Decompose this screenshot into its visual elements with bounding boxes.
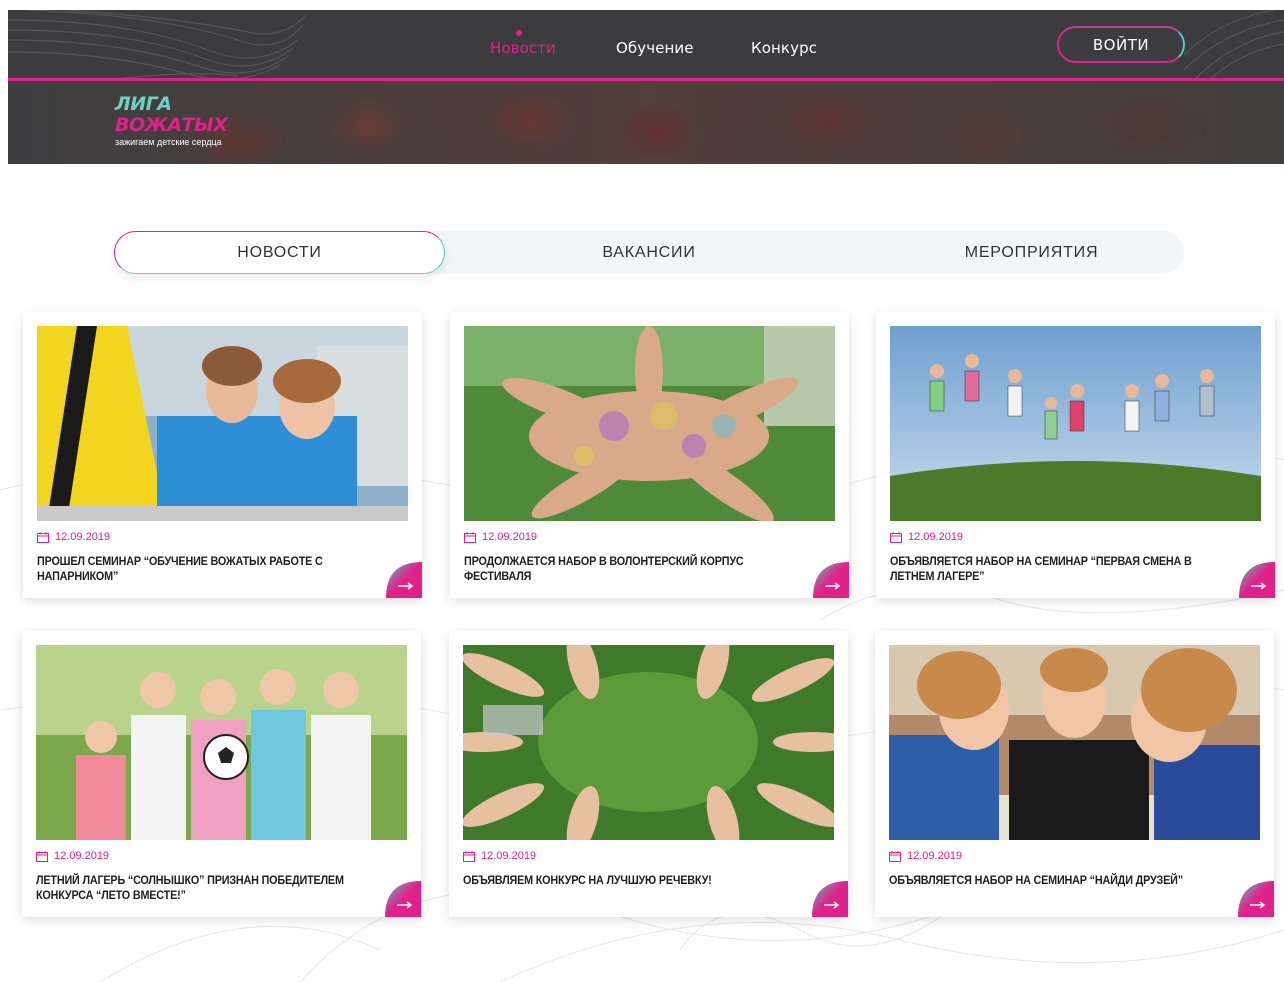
news-image-kids-with-ball xyxy=(36,645,407,840)
news-card[interactable]: 12.09.2019 ОБЪЯВЛЯЕМ КОНКУРС НА ЛУЧШУЮ Р… xyxy=(449,631,848,917)
nav-news[interactable]: Новости xyxy=(490,39,556,57)
news-card[interactable]: 12.09.2019 ПРОДОЛЖАЕТСЯ НАБОР В ВОЛОНТЕР… xyxy=(450,312,849,598)
read-more-arrow-icon[interactable] xyxy=(813,562,849,598)
news-card[interactable]: 12.09.2019 ЛЕТНИЙ ЛАГЕРЬ “СОЛНЫШКО” ПРИЗ… xyxy=(22,631,421,917)
read-more-arrow-icon[interactable] xyxy=(386,562,422,598)
read-more-arrow-icon[interactable] xyxy=(812,881,848,917)
calendar-icon xyxy=(464,531,476,543)
news-image-counselors xyxy=(37,326,408,521)
content-tabs: НОВОСТИ ВАКАНСИИ МЕРОПРИЯТИЯ xyxy=(114,231,1184,274)
news-image-feet-circle xyxy=(463,645,834,840)
news-title[interactable]: ОБЪЯВЛЯЕТСЯ НАБОР НА СЕМИНАР “НАЙДИ ДРУЗ… xyxy=(889,873,1229,888)
logo-tagline: зажигаем детские сердца xyxy=(115,137,222,147)
calendar-icon xyxy=(36,850,48,862)
read-more-arrow-icon[interactable] xyxy=(385,881,421,917)
news-image-teens-map xyxy=(889,645,1260,840)
news-date: 12.09.2019 xyxy=(463,850,536,862)
site-logo[interactable]: ЛИГА ВОЖАТЫХ зажигаем детские сердца xyxy=(115,93,228,148)
read-more-arrow-icon[interactable] xyxy=(1238,881,1274,917)
nav-training[interactable]: Обучение xyxy=(616,39,694,57)
news-date: 12.09.2019 xyxy=(37,531,110,543)
calendar-icon xyxy=(890,531,902,543)
news-date: 12.09.2019 xyxy=(464,531,537,543)
news-title[interactable]: ЛЕТНИЙ ЛАГЕРЬ “СОЛНЫШКО” ПРИЗНАН ПОБЕДИТ… xyxy=(36,873,376,903)
top-navbar: Новости Обучение Конкурс ВОЙТИ xyxy=(8,10,1284,80)
tab-vacancies[interactable]: ВАКАНСИИ xyxy=(524,231,774,274)
nav-divider xyxy=(8,78,1284,81)
news-date: 12.09.2019 xyxy=(889,850,962,862)
calendar-icon xyxy=(889,850,901,862)
logo-line-2: ВОЖАТЫХ xyxy=(115,114,228,136)
news-card[interactable]: 12.09.2019 ОБЪЯВЛЯЕТСЯ НАБОР НА СЕМИНАР … xyxy=(876,312,1275,598)
decorative-lines-right xyxy=(1184,10,1284,80)
site-header: Новости Обучение Конкурс ВОЙТИ ЛИГА ВОЖА… xyxy=(8,10,1284,164)
calendar-icon xyxy=(37,531,49,543)
news-card[interactable]: 12.09.2019 ОБЪЯВЛЯЕТСЯ НАБОР НА СЕМИНАР … xyxy=(875,631,1274,917)
calendar-icon xyxy=(463,850,475,862)
news-title[interactable]: ОБЪЯВЛЯЕТСЯ НАБОР НА СЕМИНАР “ПЕРВАЯ СМЕ… xyxy=(890,554,1230,584)
tab-events[interactable]: МЕРОПРИЯТИЯ xyxy=(914,231,1149,274)
nav-contest[interactable]: Конкурс xyxy=(751,39,817,57)
news-date: 12.09.2019 xyxy=(890,531,963,543)
active-nav-dot xyxy=(516,30,522,36)
news-card[interactable]: 12.09.2019 ПРОШЕЛ СЕМИНАР “ОБУЧЕНИЕ ВОЖА… xyxy=(23,312,422,598)
news-title[interactable]: ПРОШЕЛ СЕМИНАР “ОБУЧЕНИЕ ВОЖАТЫХ РАБОТЕ … xyxy=(37,554,377,584)
read-more-arrow-icon[interactable] xyxy=(1239,562,1275,598)
news-image-jumping-kids xyxy=(890,326,1261,521)
tab-news[interactable]: НОВОСТИ xyxy=(114,231,445,274)
decorative-lines-left xyxy=(8,10,307,80)
login-button[interactable]: ВОЙТИ xyxy=(1057,26,1185,63)
news-date: 12.09.2019 xyxy=(36,850,109,862)
news-image-painted-hands xyxy=(464,326,835,521)
logo-line-1: ЛИГА xyxy=(115,93,172,115)
news-title[interactable]: ПРОДОЛЖАЕТСЯ НАБОР В ВОЛОНТЕРСКИЙ КОРПУС… xyxy=(464,554,804,584)
news-title[interactable]: ОБЪЯВЛЯЕМ КОНКУРС НА ЛУЧШУЮ РЕЧЕВКУ! xyxy=(463,873,803,888)
